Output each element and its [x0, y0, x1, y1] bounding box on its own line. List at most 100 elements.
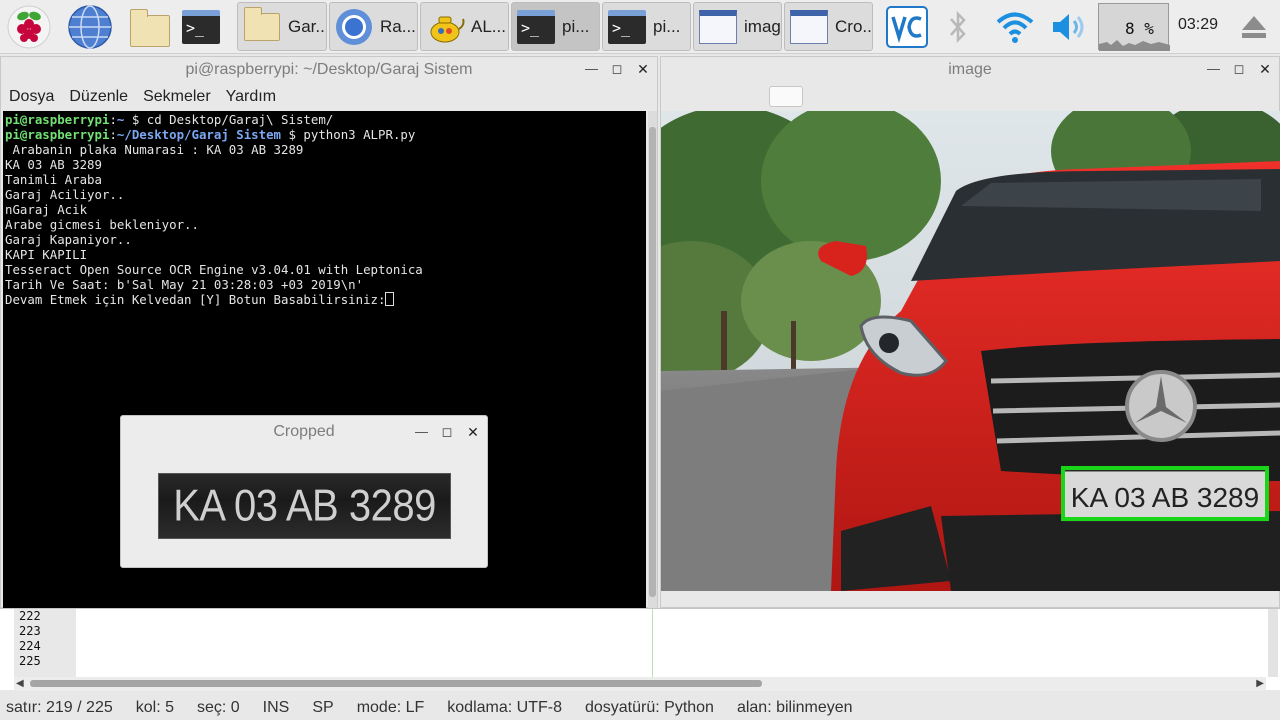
- cropped-titlebar[interactable]: Cropped — ◻ ✕: [121, 416, 487, 448]
- line-number: 224: [19, 639, 41, 653]
- terminal-output-line: KA 03 AB 3289: [5, 157, 102, 172]
- terminal-menubar: Dosya Düzenle Sekmeler Yardım: [1, 83, 657, 111]
- status-line: satır: 219 / 225: [6, 699, 113, 716]
- minimize-button[interactable]: —: [415, 423, 428, 441]
- status-selection: seç: 0: [196, 699, 240, 716]
- code-editor[interactable]: 222 223 224 225 ◀ ▶: [0, 608, 1280, 691]
- scroll-right-arrow-icon[interactable]: ▶: [1256, 677, 1264, 691]
- text-cursor: [385, 292, 395, 306]
- plate-text: KA 03 AB 3289: [1071, 482, 1259, 513]
- speaker-icon: [1053, 14, 1084, 40]
- bluetooth-icon: [950, 10, 966, 44]
- terminal-output-line: KAPI KAPILI: [5, 247, 88, 262]
- terminal-prompt-line: pi@raspberrypi:~/Desktop/Garaj Sistem $ …: [5, 127, 416, 142]
- car-image: KA 03 AB 3289: [661, 111, 1280, 591]
- status-indent: SP: [312, 699, 334, 716]
- task-label: image: [744, 16, 781, 36]
- window-title: Cropped: [273, 423, 335, 440]
- python-teapot-icon: [430, 16, 465, 42]
- terminal-icon: >_: [182, 10, 220, 44]
- terminal-output-line: Tarih Ve Saat: b'Sal May 21 03:28:03 +03…: [5, 277, 364, 292]
- terminal-scrollbar[interactable]: [648, 111, 657, 608]
- task-label: AL...: [471, 16, 506, 36]
- toolbar-button[interactable]: [769, 86, 803, 107]
- status-encoding: kodlama: UTF-8: [447, 699, 562, 716]
- chromium-icon: [336, 8, 372, 45]
- image-toolbar: [661, 83, 1279, 111]
- cpu-monitor[interactable]: 8 %: [1098, 3, 1170, 51]
- folder-icon: [244, 6, 280, 41]
- terminal-output-line: Garaj Aciliyor..: [5, 187, 125, 202]
- vnc-icon: [886, 6, 928, 48]
- wifi-icon: [996, 12, 1034, 43]
- eject-tray-button[interactable]: [1232, 3, 1276, 51]
- image-titlebar[interactable]: image — ◻ ✕: [661, 57, 1279, 83]
- car-photo[interactable]: KA 03 AB 3289: [661, 111, 1280, 591]
- editor-vertical-scrollbar[interactable]: [1268, 609, 1278, 677]
- close-button[interactable]: ✕: [467, 423, 479, 441]
- editor-horizontal-scrollbar[interactable]: ◀ ▶: [14, 677, 1266, 691]
- terminal-prompt-line: pi@raspberrypi:~ $ cd Desktop/Garaj\ Sis…: [5, 112, 334, 127]
- status-insert-mode: INS: [262, 699, 290, 716]
- line-number: 223: [19, 624, 41, 638]
- line-number: 222: [19, 609, 41, 623]
- line-number-gutter: 222 223 224 225: [14, 609, 76, 677]
- cropped-plate-image: KA 03 AB 3289: [158, 473, 451, 539]
- status-filetype: dosyatürü: Python: [584, 699, 714, 716]
- terminal-output-line: nGaraj Acik: [5, 202, 88, 217]
- cpu-usage: 8 %: [1125, 19, 1154, 38]
- status-column: kol: 5: [135, 699, 174, 716]
- cropped-window: Cropped — ◻ ✕ KA 03 AB 3289: [120, 415, 488, 568]
- menu-dosya[interactable]: Dosya: [9, 88, 54, 106]
- menu-yardim[interactable]: Yardım: [226, 88, 276, 106]
- terminal-output-line: Tesseract Open Source OCR Engine v3.04.0…: [5, 262, 423, 277]
- maximize-button[interactable]: ◻: [1233, 60, 1245, 78]
- folder-icon: [130, 9, 170, 47]
- globe-icon: [68, 5, 112, 49]
- window-icon: [790, 9, 828, 44]
- terminal-output-line: Garaj Kapaniyor..: [5, 232, 132, 247]
- task-label: pi...: [653, 16, 681, 36]
- vnc-tray-button[interactable]: [882, 3, 932, 51]
- task-label: Ra...: [380, 16, 416, 36]
- scrollbar-thumb[interactable]: [30, 680, 762, 687]
- raspberry-pi-icon: [7, 5, 51, 49]
- task-image-window[interactable]: image: [693, 2, 782, 51]
- scrollbar-thumb[interactable]: [649, 127, 656, 597]
- task-chromium[interactable]: Ra...: [329, 2, 418, 51]
- window-title: pi@raspberrypi: ~/Desktop/Garaj Sistem: [185, 61, 473, 78]
- task-terminal-active[interactable]: >_ pi...: [511, 2, 600, 51]
- line-number: 225: [19, 654, 41, 668]
- terminal-launcher[interactable]: >_: [176, 3, 226, 51]
- close-button[interactable]: ✕: [637, 60, 649, 78]
- minimize-button[interactable]: —: [1207, 60, 1220, 78]
- window-icon: [699, 9, 737, 44]
- terminal-output-line: Arabe gicmesi bekleniyor..: [5, 217, 199, 232]
- terminal-titlebar[interactable]: pi@raspberrypi: ~/Desktop/Garaj Sistem —…: [1, 57, 657, 83]
- task-terminal[interactable]: >_ pi...: [602, 2, 691, 51]
- bluetooth-tray-button[interactable]: [940, 3, 976, 51]
- menu-duzenle[interactable]: Düzenle: [69, 88, 128, 106]
- volume-tray-button[interactable]: [1046, 3, 1092, 51]
- scroll-left-arrow-icon[interactable]: ◀: [16, 677, 24, 691]
- status-scope: alan: bilinmeyen: [736, 699, 853, 716]
- menu-sekmeler[interactable]: Sekmeler: [143, 88, 211, 106]
- task-cropped-window[interactable]: Cro...: [784, 2, 873, 51]
- maximize-button[interactable]: ◻: [611, 60, 623, 78]
- terminal-icon: >_: [517, 9, 555, 44]
- minimize-button[interactable]: —: [585, 60, 598, 78]
- editor-statusbar: satır: 219 / 225 kol: 5 seç: 0 INS SP mo…: [0, 696, 1280, 720]
- task-label: Cro...: [835, 16, 873, 36]
- long-line-marker: [652, 609, 653, 677]
- raspberry-menu-button[interactable]: [4, 3, 54, 51]
- terminal-input-line: Devam Etmek için Kelvedan [Y] Botun Basa…: [5, 292, 644, 307]
- terminal-output-line: Tanimli Araba: [5, 172, 102, 187]
- task-file-manager[interactable]: Gar...: [237, 2, 327, 51]
- file-manager-launcher[interactable]: [122, 3, 172, 51]
- wifi-tray-button[interactable]: [992, 3, 1038, 51]
- task-python-idle[interactable]: AL...: [420, 2, 509, 51]
- close-button[interactable]: ✕: [1259, 60, 1271, 78]
- clock[interactable]: 03:29: [1178, 16, 1218, 34]
- web-browser-launcher[interactable]: [65, 3, 115, 51]
- maximize-button[interactable]: ◻: [441, 423, 453, 441]
